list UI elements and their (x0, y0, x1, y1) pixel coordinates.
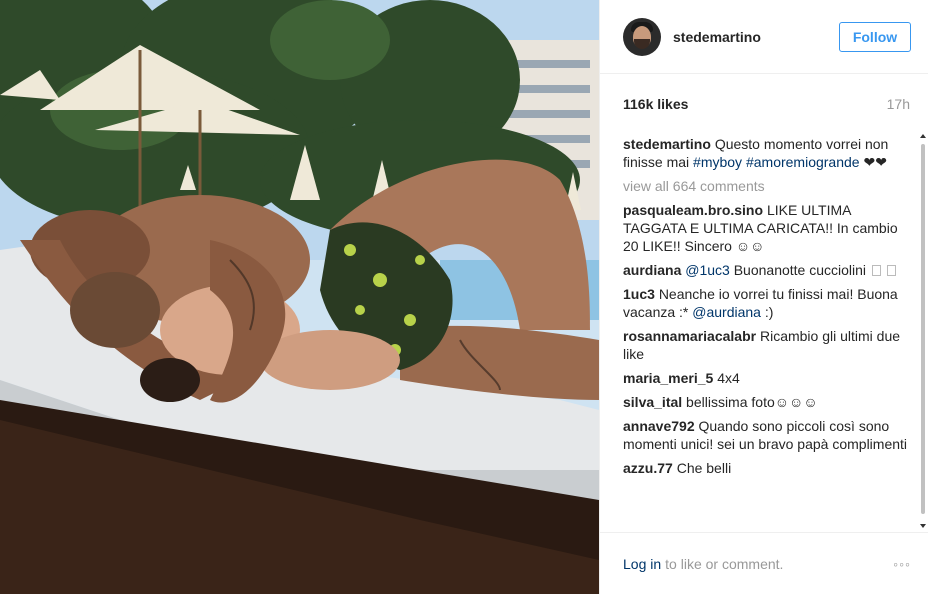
comment-username[interactable]: aurdiana (623, 262, 681, 278)
caption: stedemartino Questo momento vorrei non f… (623, 135, 913, 171)
comment-username[interactable]: maria_meri_5 (623, 370, 713, 386)
comments-list[interactable]: stedemartino Questo momento vorrei non f… (623, 135, 913, 530)
scroll-up-arrow-icon[interactable] (920, 134, 926, 138)
comment-item: 1uc3 Neanche io vorrei tu finissi mai! B… (623, 285, 913, 321)
comment-item: azzu.77 Che belli (623, 459, 913, 477)
post-meta: 116k likes 17h (623, 96, 910, 112)
comment-mention[interactable]: @aurdiana (692, 304, 761, 320)
hashtag-amoremiogrande[interactable]: #amoremiogrande (746, 154, 860, 170)
comment-username[interactable]: rosannamariacalabr (623, 328, 756, 344)
comment-username[interactable]: azzu.77 (623, 460, 673, 476)
post-sidebar: stedemartino Follow 116k likes 17h stede… (599, 0, 928, 594)
missing-glyph-icon (886, 265, 896, 276)
scroll-down-arrow-icon[interactable] (920, 524, 926, 528)
instagram-post: stedemartino Follow 116k likes 17h stede… (0, 0, 928, 594)
comment-text: Neanche io vorrei tu finissi mai! Buona … (623, 286, 898, 320)
post-footer: Log in to like or comment. ◦◦◦ (600, 532, 928, 594)
profile-avatar[interactable] (623, 17, 661, 56)
comment-item: rosannamariacalabr Ricambio gli ultimi d… (623, 327, 913, 363)
comment-item: aurdiana @1uc3 Buonanotte cucciolini (623, 261, 913, 279)
hearts-emoji: ❤❤ (863, 154, 887, 170)
comment-mention[interactable]: @1uc3 (685, 262, 730, 278)
comment-text: Buonanotte cucciolini (733, 262, 867, 278)
follow-button[interactable]: Follow (839, 21, 911, 52)
caption-username[interactable]: stedemartino (623, 136, 711, 152)
post-photo[interactable] (0, 0, 599, 594)
comment-item: annave792 Quando sono piccoli così sono … (623, 417, 913, 453)
login-link[interactable]: Log in (623, 556, 661, 572)
missing-glyph-icon (871, 265, 881, 276)
hashtag-myboy[interactable]: #myboy (693, 154, 742, 170)
comment-username[interactable]: annave792 (623, 418, 695, 434)
view-all-comments-link[interactable]: view all 664 comments (623, 177, 913, 195)
likes-count[interactable]: 116k likes (623, 96, 688, 112)
post-time[interactable]: 17h (887, 96, 910, 112)
comment-tail: :) (764, 304, 774, 320)
comment-text: Che belli (676, 460, 732, 476)
comment-text: bellissima foto☺☺☺ (686, 394, 818, 410)
comment-username[interactable]: pasqualeam.bro.sino (623, 202, 763, 218)
comment-item: silva_ital bellissima foto☺☺☺ (623, 393, 913, 411)
header-username[interactable]: stedemartino (673, 29, 839, 45)
more-options-icon[interactable]: ◦◦◦ (893, 556, 911, 572)
comment-item: maria_meri_5 4x4 (623, 369, 913, 387)
comment-text: 4x4 (717, 370, 740, 386)
comments-scrollbar[interactable] (918, 132, 928, 530)
comment-item: pasqualeam.bro.sino LIKE ULTIMA TAGGATA … (623, 201, 913, 255)
comment-username[interactable]: silva_ital (623, 394, 682, 410)
photo-illustration (0, 0, 599, 594)
comment-username[interactable]: 1uc3 (623, 286, 655, 302)
scrollbar-thumb[interactable] (921, 144, 925, 514)
avatar-beard (634, 38, 650, 49)
post-header: stedemartino Follow (600, 0, 928, 74)
login-prompt-text: to like or comment. (665, 555, 784, 572)
